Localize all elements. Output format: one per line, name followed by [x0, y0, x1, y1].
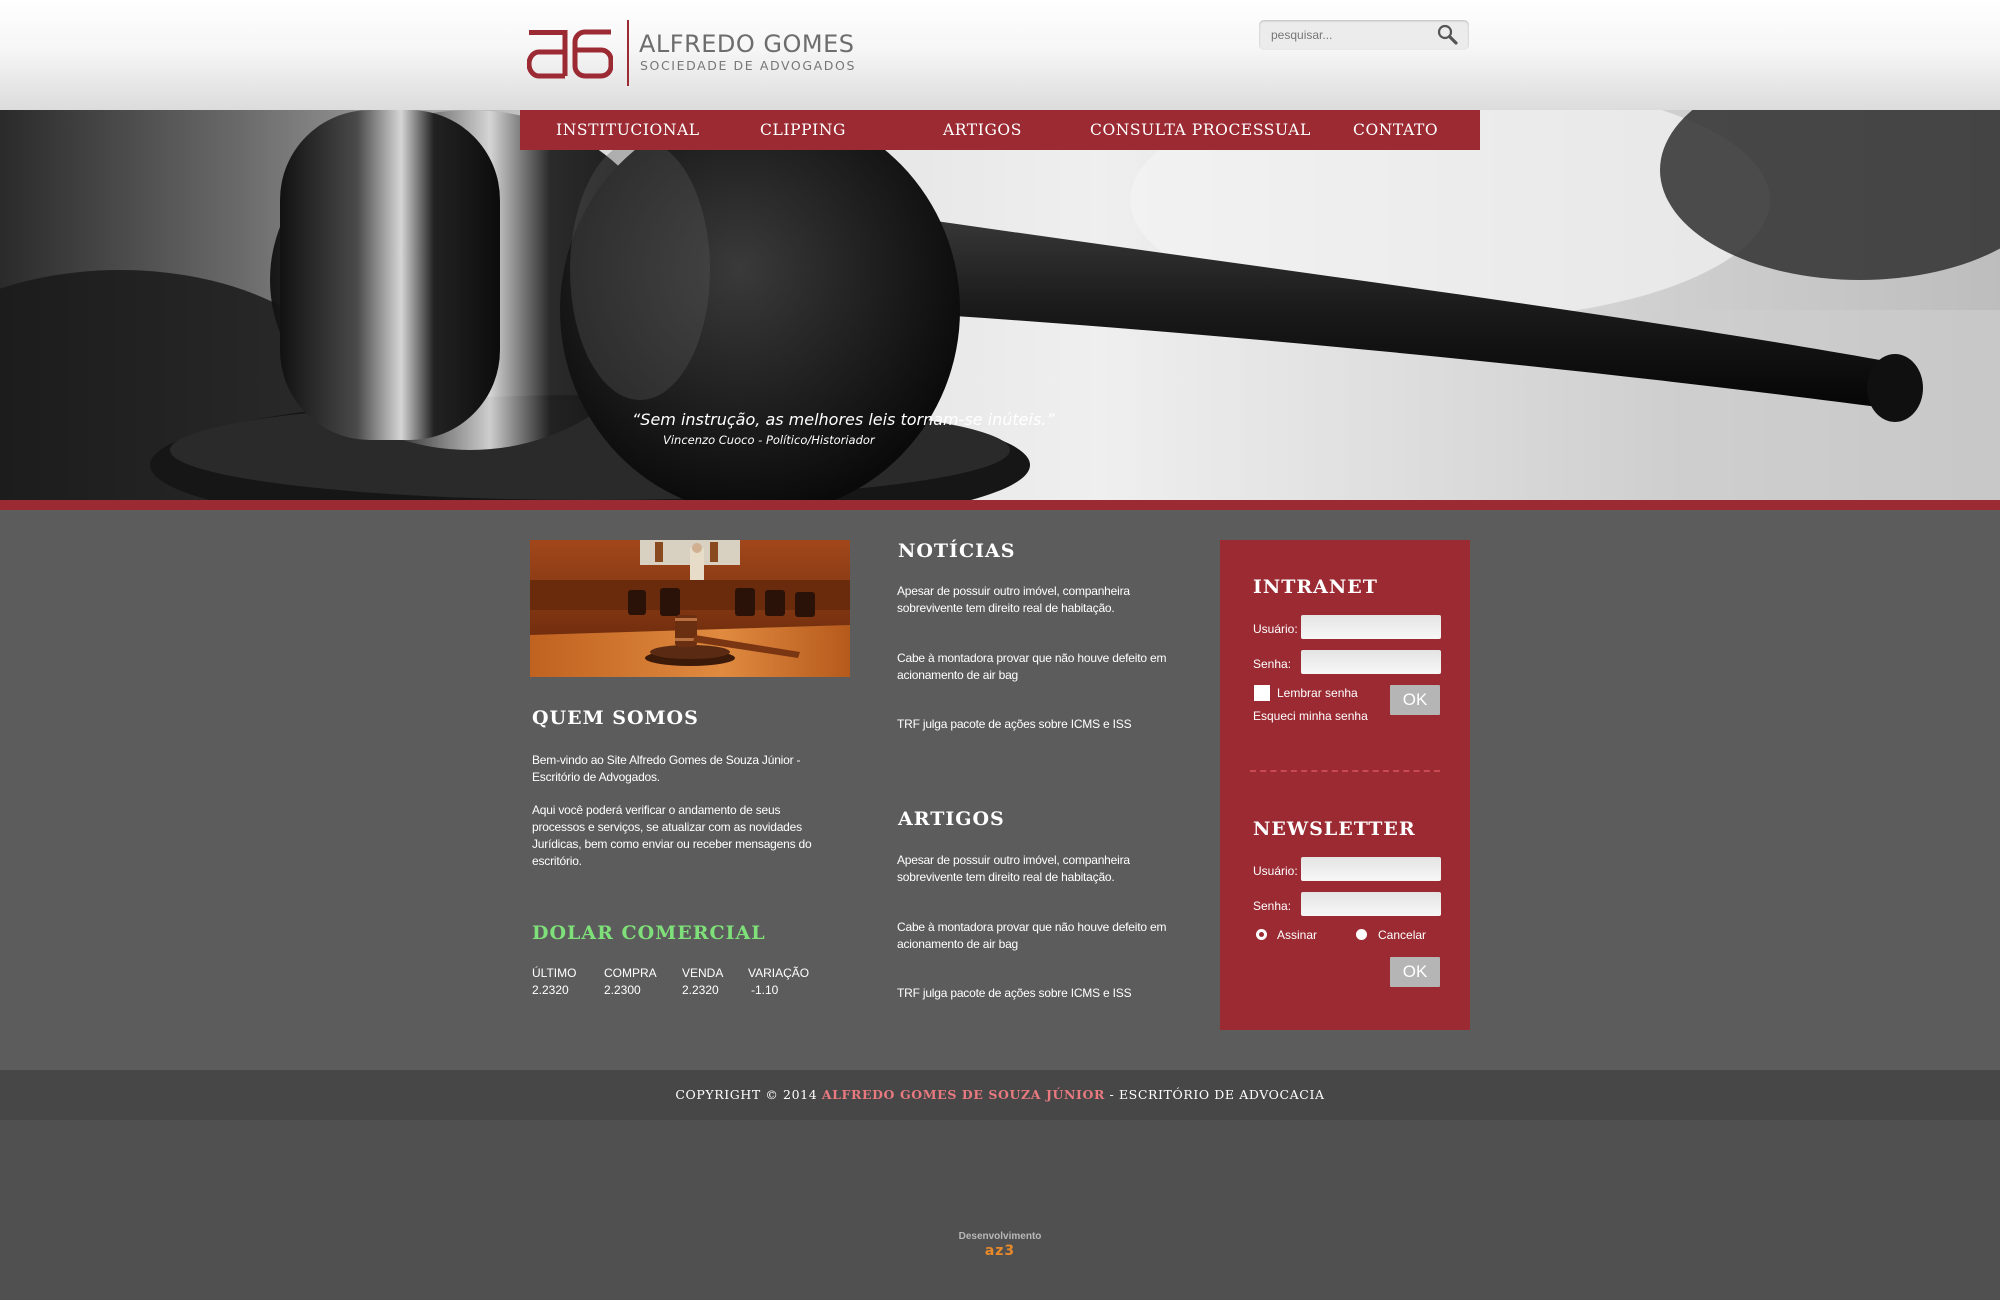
intranet-user-label: Usuário:: [1253, 622, 1298, 636]
intranet-password-field[interactable]: [1301, 650, 1441, 674]
search-icon[interactable]: [1435, 23, 1461, 47]
dolar-value-variacao: -1.10: [751, 983, 779, 997]
sidebar-panel: INTRANET Usuário: Senha: Lembrar senha E…: [1220, 540, 1470, 1030]
newsletter-ok-button[interactable]: OK: [1390, 957, 1440, 987]
about-paragraph-2: Aqui você poderá verificar o andamento d…: [532, 803, 812, 868]
dolar-header-venda: VENDA: [682, 966, 724, 980]
brand-subtitle: SOCIEDADE DE ADVOGADOS: [640, 58, 856, 73]
search-input[interactable]: [1271, 24, 1431, 46]
article-item[interactable]: Apesar de possuir outro imóvel, companhe…: [897, 852, 1167, 886]
news-item[interactable]: Apesar de possuir outro imóvel, companhe…: [897, 583, 1167, 617]
dolar-header-variacao: VARIAÇÃO: [748, 966, 810, 980]
dolar-value-ultimo: 2.2320: [532, 983, 569, 997]
brand-name: ALFREDO GOMES: [639, 30, 855, 58]
intranet-password-label: Senha:: [1253, 657, 1292, 671]
articles-title: ARTIGOS: [898, 808, 1005, 830]
news-item[interactable]: Cabe à montadora provar que não houve de…: [897, 650, 1167, 684]
ag-monogram-logo: [527, 29, 613, 79]
intranet-title: INTRANET: [1253, 576, 1378, 598]
logo-divider: [627, 20, 629, 86]
nav-item-artigos[interactable]: ARTIGOS: [943, 110, 1022, 150]
newsletter-user-label: Usuário:: [1253, 864, 1298, 878]
developer-logo[interactable]: az3: [0, 1243, 2000, 1259]
logo[interactable]: ALFREDO GOMES SOCIEDADE DE ADVOGADOS: [527, 18, 854, 88]
dolar-header-compra: COMPRA: [604, 966, 657, 980]
article-item[interactable]: TRF julga pacote de ações sobre ICMS e I…: [897, 985, 1167, 1002]
copyright-text: COPYRIGHT © 2014 ALFREDO GOMES DE SOUZA …: [0, 1087, 2000, 1102]
nav-item-contato[interactable]: CONTATO: [1353, 110, 1438, 150]
dolar-value-compra: 2.2300: [604, 983, 641, 997]
copyright-suffix: - ESCRITÓRIO DE ADVOCACIA: [1104, 1087, 1325, 1102]
hero-banner: “Sem instrução, as melhores leis tornam-…: [0, 110, 2000, 500]
dolar-header-ultimo: ÚLTIMO: [532, 966, 577, 980]
newsletter-title: NEWSLETTER: [1253, 818, 1416, 840]
news-title: NOTÍCIAS: [898, 540, 1016, 562]
nav-item-institucional[interactable]: INSTITUCIONAL: [556, 110, 700, 150]
footer-bottom: Desenvolvimento az3: [0, 1120, 2000, 1300]
hero-quote: “Sem instrução, as melhores leis tornam-…: [632, 410, 1055, 429]
hero-quote-author: Vincenzo Cuoco - Político/Historiador: [663, 433, 875, 447]
intranet-user-field[interactable]: [1301, 615, 1441, 639]
article-item[interactable]: Cabe à montadora provar que não houve de…: [897, 919, 1167, 953]
remember-password-label: Lembrar senha: [1277, 686, 1358, 700]
remember-password-checkbox[interactable]: [1254, 685, 1270, 701]
site-header: ALFREDO GOMES SOCIEDADE DE ADVOGADOS: [0, 0, 2000, 110]
cancel-radio[interactable]: [1356, 929, 1367, 940]
intranet-ok-button[interactable]: OK: [1390, 685, 1440, 715]
dolar-value-venda: 2.2320: [682, 983, 719, 997]
newsletter-user-field[interactable]: [1301, 857, 1441, 881]
newsletter-password-field[interactable]: [1301, 892, 1441, 916]
copyright-highlight: ALFREDO GOMES DE SOUZA JÚNIOR: [821, 1087, 1105, 1102]
about-paragraph-1: Bem-vindo ao Site Alfredo Gomes de Souza…: [532, 753, 801, 784]
footer-bar: COPYRIGHT © 2014 ALFREDO GOMES DE SOUZA …: [0, 1070, 2000, 1120]
nav-item-clipping[interactable]: CLIPPING: [760, 110, 846, 150]
developer-label: Desenvolvimento: [958, 1231, 1042, 1242]
nav-item-consulta-processual[interactable]: CONSULTA PROCESSUAL: [1090, 110, 1311, 150]
forgot-password-link[interactable]: Esqueci minha senha: [1253, 709, 1368, 723]
newsletter-password-label: Senha:: [1253, 899, 1292, 913]
gavel-image: [0, 110, 2000, 500]
dolar-title: DOLAR COMERCIAL: [532, 922, 766, 944]
news-item[interactable]: TRF julga pacote de ações sobre ICMS e I…: [897, 716, 1167, 733]
courtroom-gavel-image: [530, 540, 850, 677]
subscribe-label: Assinar: [1277, 928, 1318, 942]
about-title: QUEM SOMOS: [532, 707, 699, 729]
subscribe-radio[interactable]: [1256, 929, 1267, 940]
main-content: QUEM SOMOS Bem-vindo ao Site Alfredo Gom…: [0, 510, 2000, 1070]
search-box: [1259, 20, 1469, 50]
cancel-label: Cancelar: [1378, 928, 1427, 942]
copyright-prefix: COPYRIGHT © 2014: [675, 1087, 822, 1102]
main-nav: INSTITUCIONAL CLIPPING ARTIGOS CONSULTA …: [520, 110, 1480, 150]
sidebar-divider: [1250, 770, 1440, 772]
courtroom-photo: [530, 540, 850, 677]
divider-stripe: [0, 500, 2000, 510]
